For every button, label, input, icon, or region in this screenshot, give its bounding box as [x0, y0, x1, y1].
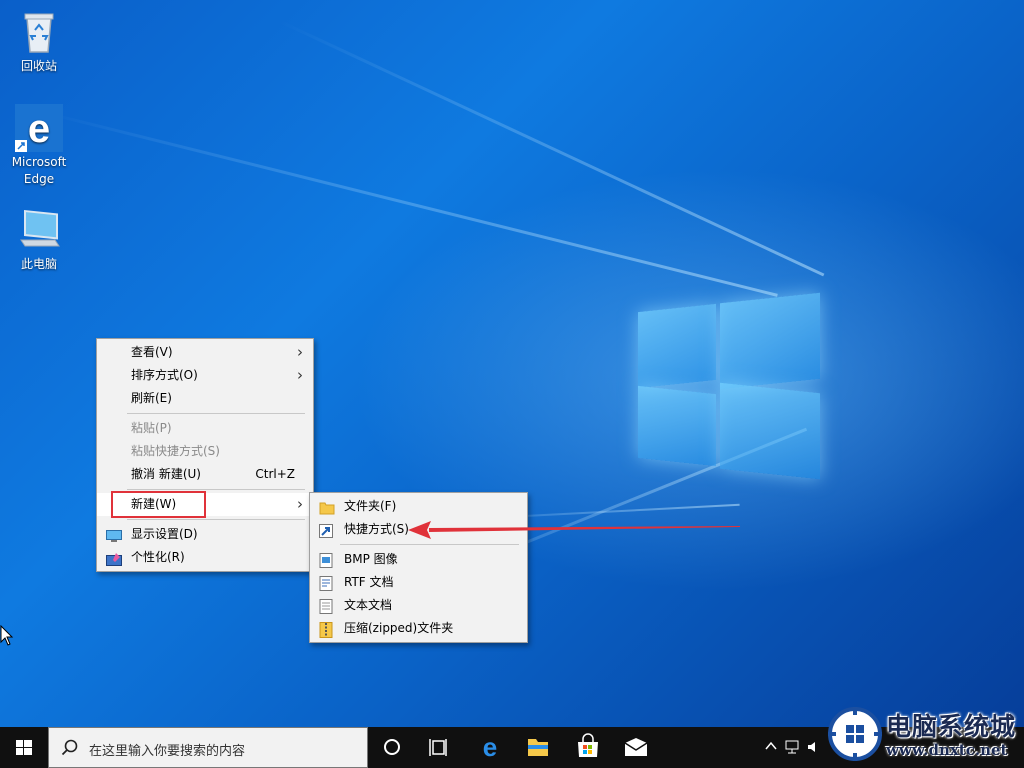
chevron-up-icon[interactable] — [764, 739, 778, 753]
desktop-context-menu: 查看(V) › 排序方式(O) › 刷新(E) 粘贴(P) 粘贴快捷方式(S) … — [96, 338, 314, 572]
taskbar-edge-button[interactable]: e — [466, 727, 514, 768]
menu-item-label: 显示设置(D) — [131, 527, 198, 541]
chevron-right-icon: › — [297, 495, 303, 513]
menu-item-personalize[interactable]: 个性化(R) — [97, 546, 313, 569]
task-view-button[interactable] — [416, 727, 464, 768]
submenu-item-rtf[interactable]: RTF 文档 — [310, 571, 527, 594]
rtf-icon — [319, 576, 335, 591]
personalize-icon — [106, 551, 122, 566]
annotation-arrow — [408, 521, 740, 539]
submenu-item-bmp[interactable]: BMP 图像 — [310, 548, 527, 571]
volume-icon[interactable] — [806, 739, 822, 755]
folder-icon — [319, 500, 335, 515]
zip-folder-icon — [319, 622, 335, 638]
taskbar-file-explorer-button[interactable] — [514, 727, 562, 768]
submenu-item-text-doc[interactable]: 文本文档 — [310, 594, 527, 617]
submenu-item-zip[interactable]: 压缩(zipped)文件夹 — [310, 617, 527, 640]
mouse-cursor-icon — [0, 625, 14, 646]
menu-item-label: 文本文档 — [344, 598, 393, 612]
bmp-icon — [319, 553, 335, 568]
menu-separator — [340, 544, 519, 545]
menu-separator — [127, 519, 305, 520]
task-view-icon — [429, 739, 447, 756]
menu-item-label: 个性化(R) — [131, 550, 185, 564]
menu-item-label: 粘贴(P) — [131, 421, 172, 435]
computer-icon — [15, 206, 63, 254]
menu-item-sort-by[interactable]: 排序方式(O) › — [97, 364, 313, 387]
desktop-icon-label: 此电脑 — [20, 257, 57, 271]
taskbar-store-button[interactable] — [564, 727, 612, 768]
wallpaper-windows-logo — [636, 288, 826, 480]
store-icon — [578, 733, 598, 757]
menu-item-label: 排序方式(O) — [131, 368, 198, 382]
menu-separator — [127, 413, 305, 414]
menu-item-view[interactable]: 查看(V) › — [97, 341, 313, 364]
menu-item-display-settings[interactable]: 显示设置(D) — [97, 523, 313, 546]
annotation-highlight-box — [111, 491, 206, 518]
menu-item-shortcut: Ctrl+Z — [255, 467, 295, 481]
menu-item-label: 查看(V) — [131, 345, 173, 359]
edge-icon: e — [483, 732, 497, 762]
menu-item-label: RTF 文档 — [344, 575, 394, 589]
menu-item-label: 撤消 新建(U) — [131, 467, 201, 481]
desktop[interactable]: 回收站 e Microsoft Edge 此电脑 查看(V) › 排序方式(O)… — [0, 0, 1024, 727]
desktop-icon-this-pc[interactable]: 此电脑 — [4, 206, 74, 273]
watermark-url: www.dnxtc.net — [886, 741, 1008, 759]
menu-item-label: BMP 图像 — [344, 552, 398, 566]
taskbar-search-box[interactable]: 在这里输入你要搜索的内容 — [48, 727, 368, 768]
display-icon — [106, 528, 122, 542]
menu-item-paste-shortcut: 粘贴快捷方式(S) — [97, 440, 313, 463]
mail-icon — [624, 738, 648, 756]
network-icon[interactable] — [784, 739, 800, 755]
menu-item-label: 压缩(zipped)文件夹 — [344, 621, 454, 635]
watermark-logo-icon — [828, 707, 882, 761]
svg-text:e: e — [28, 107, 50, 151]
svg-text:e: e — [483, 732, 497, 762]
taskbar-mail-button[interactable] — [612, 727, 660, 768]
menu-item-label: 刷新(E) — [131, 391, 172, 405]
watermark-title: 电脑系统城 — [886, 712, 1017, 741]
desktop-icon-edge[interactable]: e Microsoft Edge — [4, 104, 74, 188]
start-button[interactable] — [0, 727, 48, 768]
menu-item-undo-new[interactable]: 撤消 新建(U) Ctrl+Z — [97, 463, 313, 486]
windows-start-icon — [16, 740, 32, 755]
desktop-icon-recycle-bin[interactable]: 回收站 — [4, 8, 74, 75]
menu-item-label: 快捷方式(S) — [344, 522, 409, 536]
chevron-right-icon: › — [297, 366, 303, 384]
shortcut-icon — [319, 523, 335, 538]
file-explorer-icon — [528, 739, 548, 756]
menu-item-refresh[interactable]: 刷新(E) — [97, 387, 313, 410]
edge-icon: e — [15, 104, 63, 152]
desktop-icon-label: 回收站 — [20, 59, 57, 73]
search-placeholder: 在这里输入你要搜索的内容 — [89, 744, 246, 759]
menu-item-paste: 粘贴(P) — [97, 417, 313, 440]
desktop-icon-label: Microsoft Edge — [11, 155, 67, 186]
recycle-bin-icon — [15, 8, 63, 56]
new-submenu: 文件夹(F) 快捷方式(S) BMP 图像 RTF 文档 文本文档 压缩(zip… — [309, 492, 528, 643]
site-watermark: 电脑系统城 www.dnxtc.net — [826, 701, 1024, 768]
search-icon — [61, 739, 78, 756]
menu-item-label: 文件夹(F) — [344, 499, 397, 513]
menu-item-label: 粘贴快捷方式(S) — [131, 444, 220, 458]
cortana-circle-icon — [384, 739, 400, 755]
task-view-cortana-button[interactable] — [368, 727, 416, 768]
chevron-right-icon: › — [297, 343, 303, 361]
text-doc-icon — [319, 599, 335, 614]
menu-separator — [127, 489, 305, 490]
submenu-item-folder[interactable]: 文件夹(F) — [310, 495, 527, 518]
